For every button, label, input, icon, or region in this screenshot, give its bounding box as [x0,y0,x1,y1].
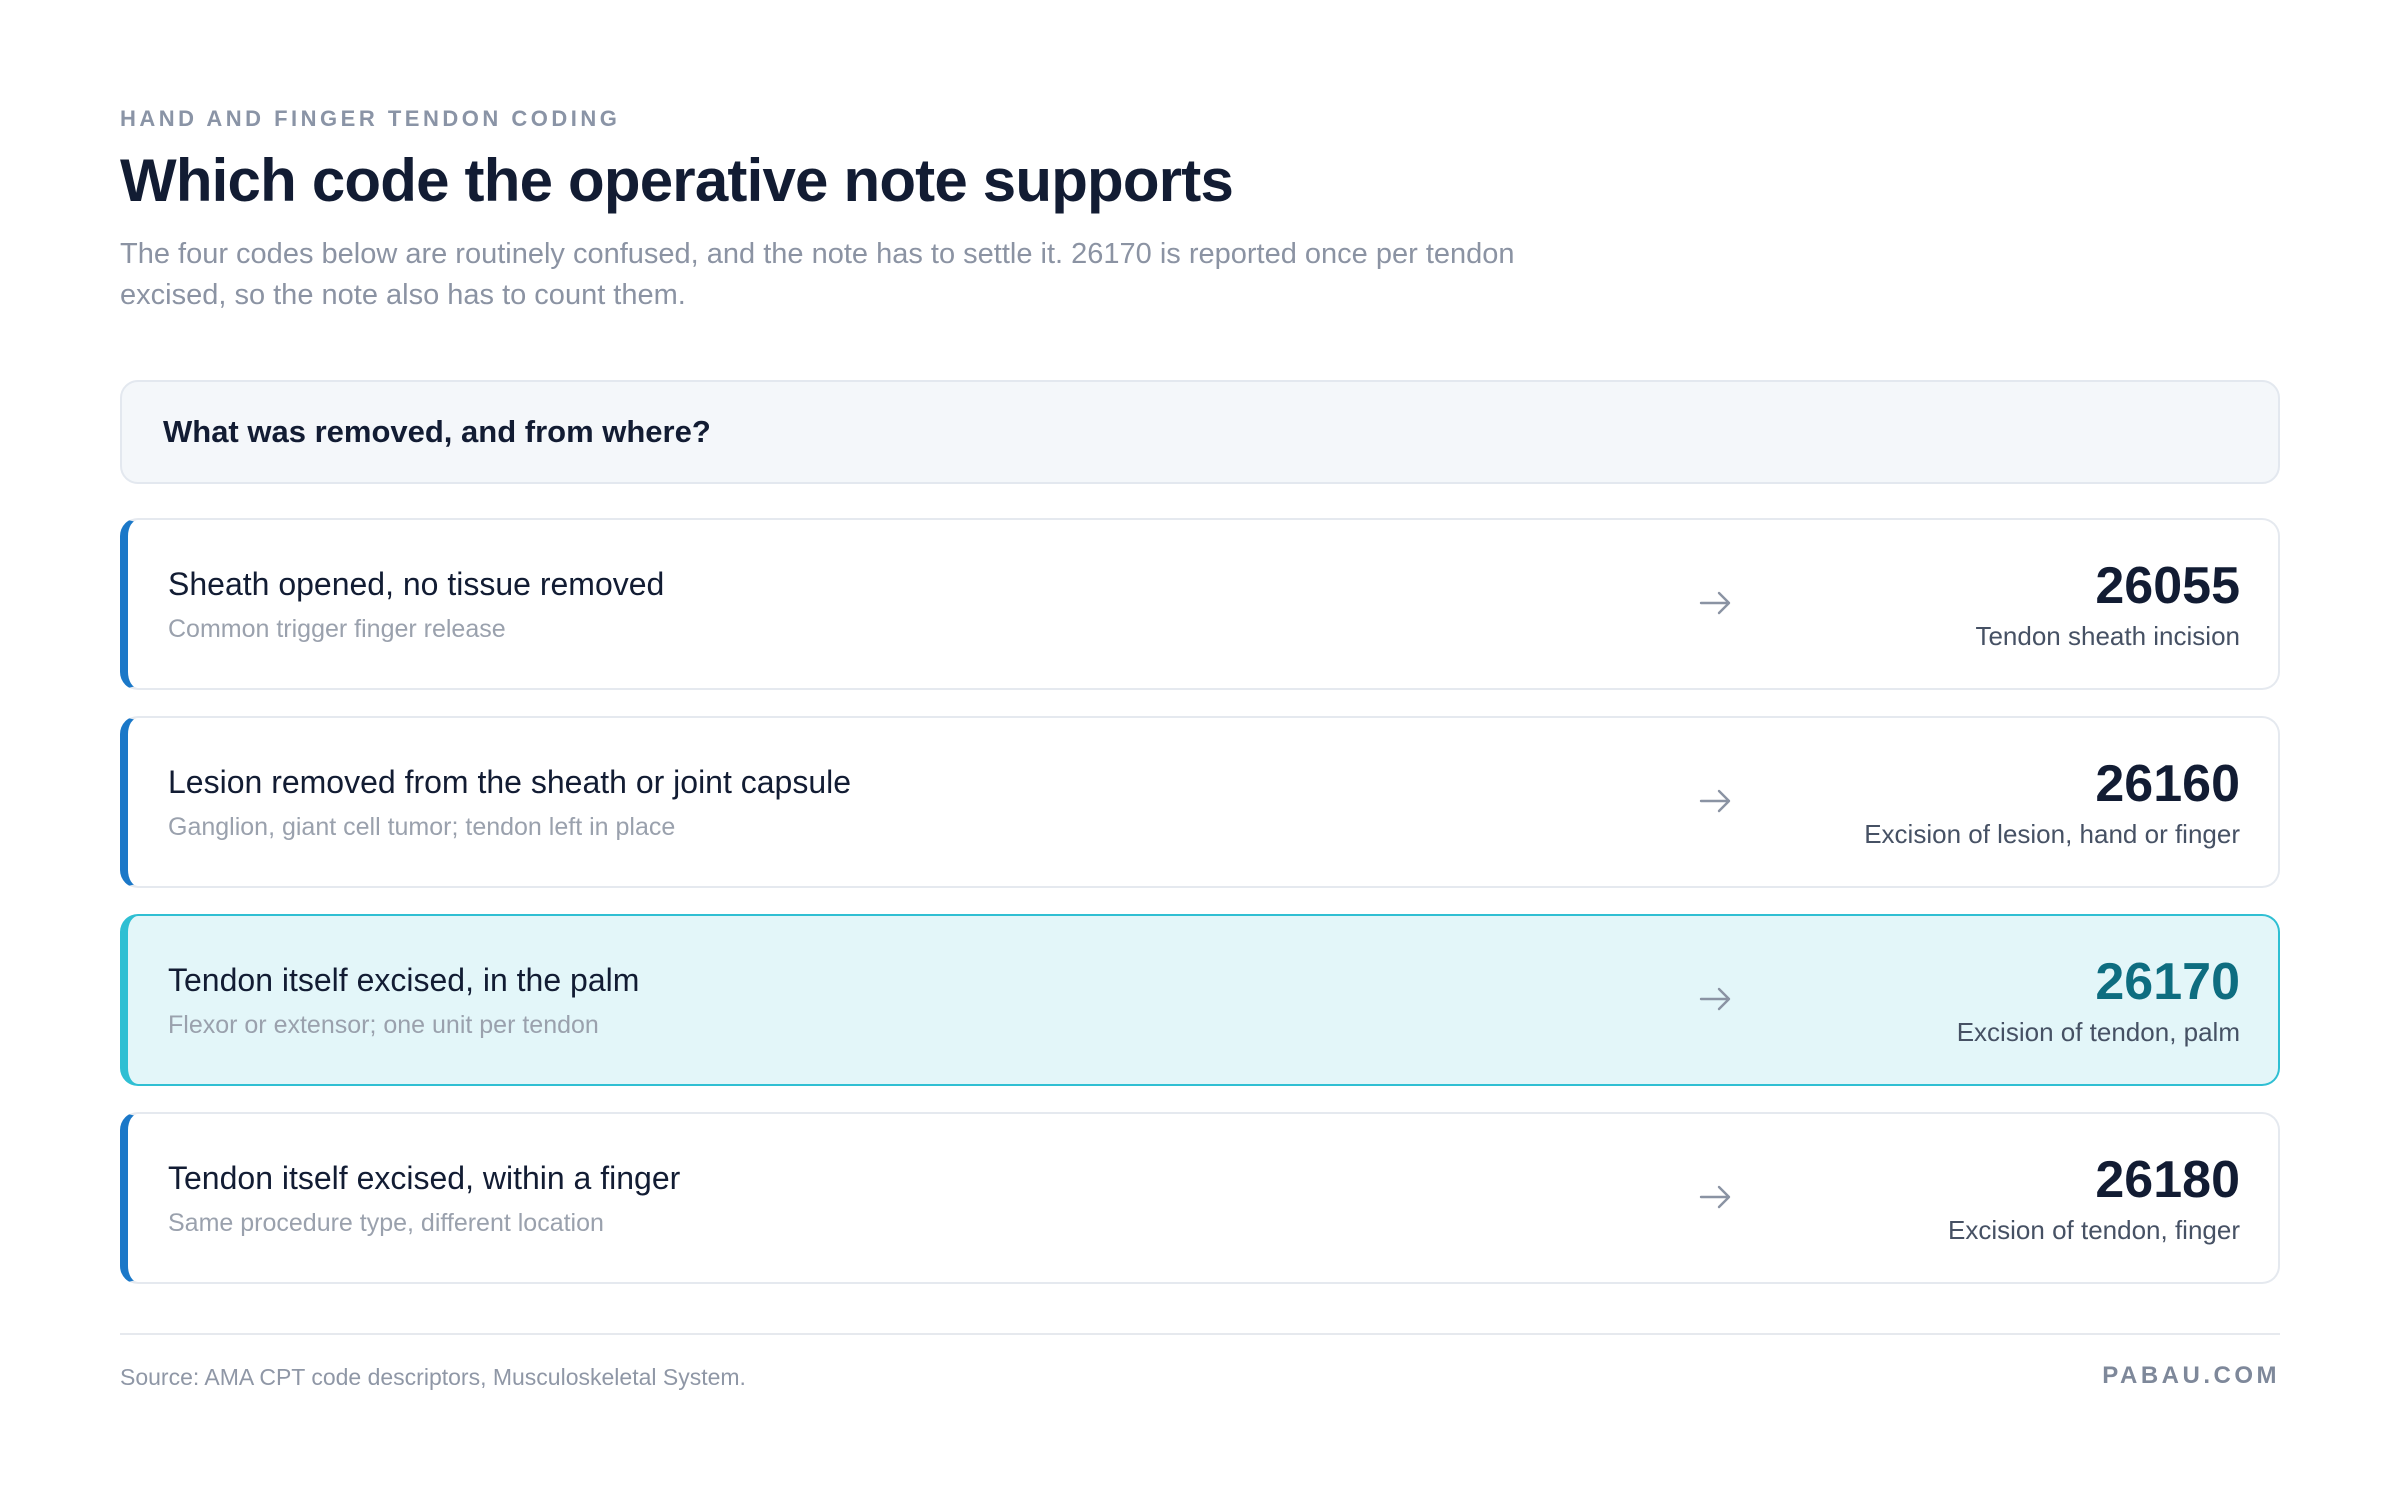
source-note: Source: AMA CPT code descriptors, Muscul… [120,1364,746,1390]
brand-label: PABAU.COM [2102,1362,2280,1389]
cpt-code: 26055 [2095,557,2240,615]
row-code-block: 26170 Excision of tendon, palm [1957,952,2240,1048]
page-title: Which code the operative note supports [120,147,1234,214]
cpt-code: 26160 [2095,755,2240,813]
code-row-26160: Lesion removed from the sheath or joint … [120,716,2280,888]
arrow-right-icon [1699,591,1731,615]
row-title: Tendon itself excised, within a finger [168,1160,681,1196]
question-text: What was removed, and from where? [163,414,711,449]
row-code-block: 26160 Excision of lesion, hand or finger [1864,754,2240,850]
question-box: What was removed, and from where? [120,380,2280,484]
cpt-code-label: Excision of lesion, hand or finger [1864,819,2240,849]
cpt-code: 26180 [2095,1151,2240,1209]
cpt-code: 26170 [2095,953,2240,1011]
arrow-right-icon [1699,1185,1731,1209]
code-row-26055: Sheath opened, no tissue removed Common … [120,518,2280,690]
eyebrow-label: HAND AND FINGER TENDON CODING [120,106,621,131]
code-row-26170-highlighted: Tendon itself excised, in the palm Flexo… [120,914,2280,1086]
row-code-block: 26055 Tendon sheath incision [1975,556,2240,652]
arrow-right-icon [1699,789,1731,813]
page-subtitle: The four codes below are routinely confu… [120,238,1515,311]
code-rows: Sheath opened, no tissue removed Common … [120,518,2280,1284]
cpt-code-label: Excision of tendon, finger [1948,1215,2240,1245]
row-description: Lesion removed from the sheath or joint … [168,762,851,842]
row-title: Lesion removed from the sheath or joint … [168,764,852,800]
row-subtitle: Ganglion, giant cell tumor; tendon left … [168,813,676,841]
row-subtitle: Flexor or extensor; one unit per tendon [168,1011,599,1039]
code-row-26180: Tendon itself excised, within a finger S… [120,1112,2280,1284]
row-subtitle: Same procedure type, different location [168,1209,604,1237]
cpt-code-label: Excision of tendon, palm [1956,1017,2240,1047]
row-title: Tendon itself excised, in the palm [168,962,640,998]
row-description: Tendon itself excised, within a finger S… [168,1158,680,1238]
row-title: Sheath opened, no tissue removed [168,566,665,602]
row-code-block: 26180 Excision of tendon, finger [1948,1150,2240,1246]
arrow-right-icon [1699,987,1731,1011]
row-description: Tendon itself excised, in the palm Flexo… [168,960,639,1040]
row-description: Sheath opened, no tissue removed Common … [168,564,664,644]
row-subtitle: Common trigger finger release [168,615,506,643]
cpt-code-label: Tendon sheath incision [1975,621,2240,651]
footer-divider [120,1333,2280,1335]
page: HAND AND FINGER TENDON CODING Which code… [0,0,2400,1496]
